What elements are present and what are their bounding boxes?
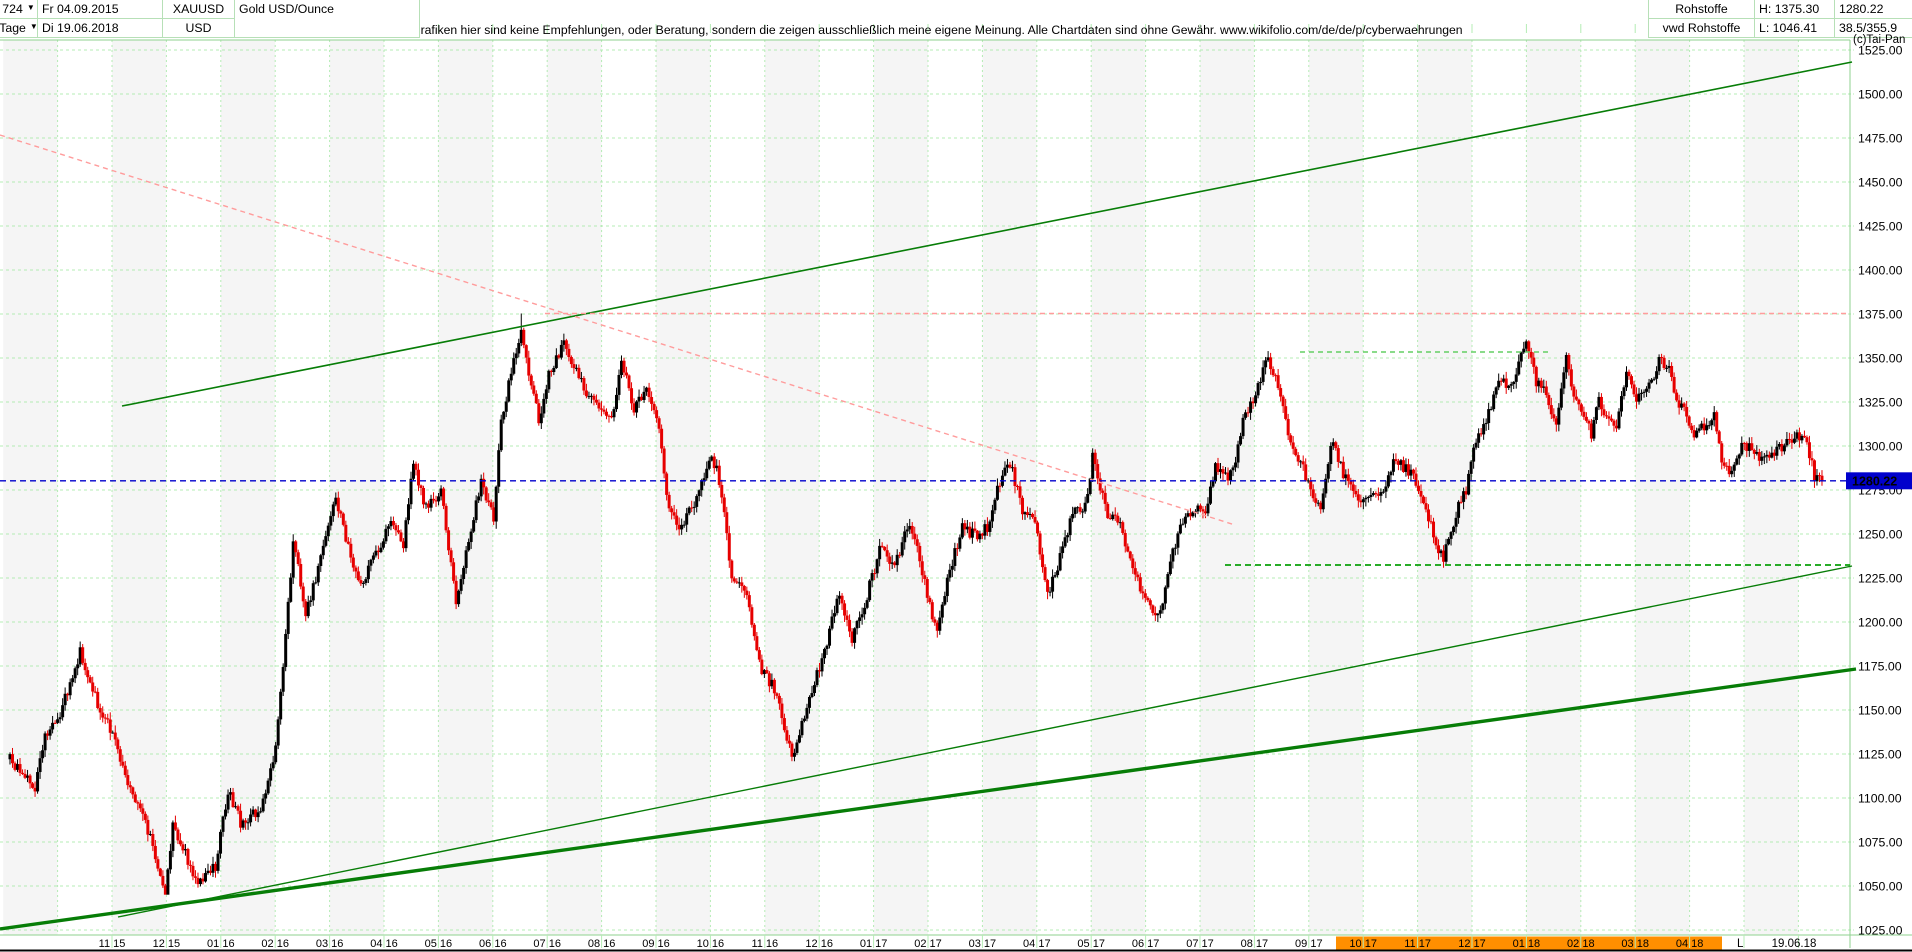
price-axis-label: 1250.00 xyxy=(1858,528,1903,542)
descending-resistance-trendline xyxy=(0,135,1235,525)
date-axis-label: 12 17 xyxy=(1458,938,1486,950)
periodicity-value: Tage xyxy=(0,19,26,37)
plot-frame xyxy=(0,40,1912,948)
date-axis-label: 01 16 xyxy=(207,938,235,950)
price-axis-label: 1375.00 xyxy=(1858,308,1903,322)
symbol-value: XAUUSD xyxy=(173,0,224,18)
date-axis: 11 15 12 15 01 16 02 16 03 16 04 16 05 16 06 16… xyxy=(0,935,1912,952)
price-axis-label: 1325.00 xyxy=(1858,396,1903,410)
periodicity-dropdown[interactable]: Tage ▼ xyxy=(0,19,38,38)
bars-count-dropdown[interactable]: 724 ▼ xyxy=(0,0,38,19)
date-axis-label: 06 16 xyxy=(479,938,507,950)
currency-cell: USD xyxy=(163,19,235,38)
price-axis-label: 1150.00 xyxy=(1858,704,1902,718)
date-axis-label: 04 17 xyxy=(1023,938,1051,950)
date-axis-label: 03 16 xyxy=(316,938,344,950)
last-price-cell: 1280.22 xyxy=(1835,0,1912,19)
date-axis-label: 10 16 xyxy=(697,938,725,950)
category-cell: Rohstoffe xyxy=(1648,0,1755,19)
last-price-value: 1280.22 xyxy=(1839,0,1883,18)
price-axis-label: 1175.00 xyxy=(1858,660,1902,674)
date-axis-label: 11 15 xyxy=(99,938,126,950)
start-date-field[interactable]: Fr 04.09.2015 xyxy=(38,0,163,19)
currency-value: USD xyxy=(186,19,212,37)
bars-count-value: 724 xyxy=(2,0,23,18)
price-axis-label: 1350.00 xyxy=(1858,352,1903,366)
date-axis-label: 02 18 xyxy=(1567,938,1595,950)
price-axis-label: 1475.00 xyxy=(1858,132,1903,146)
price-axis-label: 1425.00 xyxy=(1858,220,1903,234)
end-date-value: Di 19.06.2018 xyxy=(42,19,119,37)
month-bands xyxy=(3,40,1798,935)
last-bar-marker: L xyxy=(1737,938,1744,950)
end-date-field[interactable]: Di 19.06.2018 xyxy=(38,19,163,38)
price-axis: 1525.001500.001475.001450.001425.001400.… xyxy=(1843,44,1903,938)
date-axis-label: 04 16 xyxy=(370,938,398,950)
price-axis-label: 1050.00 xyxy=(1858,880,1903,894)
provider-value: vwd Rohstoffe xyxy=(1663,19,1741,37)
chevron-down-icon: ▼ xyxy=(27,0,35,17)
date-axis-label: 04 18 xyxy=(1676,938,1704,950)
instrument-name-cell: Gold USD/Ounce xyxy=(235,0,420,38)
date-axis-label: 03 17 xyxy=(969,938,997,950)
date-axis-label: 05 16 xyxy=(425,938,453,950)
period-high-value: H: 1375.30 xyxy=(1759,0,1819,18)
price-axis-label: 1200.00 xyxy=(1858,616,1903,630)
chevron-down-icon: ▼ xyxy=(30,19,38,36)
period-high-cell: H: 1375.30 xyxy=(1755,0,1835,19)
price-axis-label: 1300.00 xyxy=(1858,440,1903,454)
date-axis-label: 12 16 xyxy=(805,938,833,950)
date-axis-label: 11 17 xyxy=(1404,938,1431,950)
date-axis-label: 03 18 xyxy=(1621,938,1649,950)
date-axis-label: 07 17 xyxy=(1186,938,1214,950)
symbol-cell: XAUUSD xyxy=(163,0,235,19)
date-axis-label: 09 16 xyxy=(642,938,670,950)
copyright-label: (c)Tai-Pan xyxy=(1853,34,1905,46)
date-axis-label: 09 17 xyxy=(1295,938,1323,950)
date-axis-label: 11 16 xyxy=(751,938,778,950)
window-bottom-edge xyxy=(0,950,1912,952)
date-axis-label: 08 17 xyxy=(1241,938,1269,950)
price-axis-label: 1450.00 xyxy=(1858,176,1903,190)
last-price-badge-text: 1280.22 xyxy=(1852,474,1897,488)
price-axis-label: 1100.00 xyxy=(1858,792,1902,806)
provider-cell: vwd Rohstoffe xyxy=(1648,19,1755,38)
date-axis-label: 08 16 xyxy=(588,938,616,950)
category-value: Rohstoffe xyxy=(1675,0,1727,18)
chart-window: 724 ▼ Tage ▼ Fr 04.09.2015 Di 19.06.2018… xyxy=(0,0,1912,952)
period-low-value: L: 1046.41 xyxy=(1759,19,1817,37)
last-bar-date-label: 19.06.18 xyxy=(1772,938,1817,950)
date-axis-label: 01 18 xyxy=(1513,938,1541,950)
price-chart: 1525.001500.001475.001450.001425.001400.… xyxy=(0,0,1912,952)
price-axis-label: 1400.00 xyxy=(1858,264,1903,278)
price-axis-label: 1125.00 xyxy=(1858,748,1902,762)
price-axis-label: 1500.00 xyxy=(1858,88,1903,102)
date-axis-label: 02 17 xyxy=(914,938,942,950)
date-axis-label: 05 17 xyxy=(1077,938,1105,950)
date-axis-label: 12 15 xyxy=(153,938,181,950)
instrument-name: Gold USD/Ounce xyxy=(239,0,334,19)
date-axis-label: 02 16 xyxy=(261,938,289,950)
date-axis-label: 10 17 xyxy=(1349,938,1377,950)
date-axis-label: 01 17 xyxy=(860,938,888,950)
last-price-badge: 1280.22 xyxy=(1846,472,1912,489)
start-date-value: Fr 04.09.2015 xyxy=(42,0,119,18)
date-axis-label: 06 17 xyxy=(1132,938,1160,950)
date-axis-label: 07 16 xyxy=(533,938,561,950)
price-axis-label: 1075.00 xyxy=(1858,836,1903,850)
price-axis-label: 1225.00 xyxy=(1858,572,1903,586)
period-low-cell: L: 1046.41 xyxy=(1755,19,1835,38)
